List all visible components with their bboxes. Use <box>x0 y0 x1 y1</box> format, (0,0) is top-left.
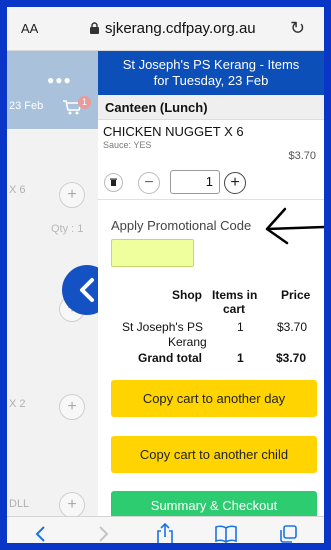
panel-title-line-1: St Joseph's PS Kerang - Items <box>122 57 300 72</box>
header-items-line-1: Items in <box>212 288 258 302</box>
background-header <box>7 51 98 129</box>
lock-icon <box>90 22 99 34</box>
total-label: Grand total <box>138 351 203 365</box>
row-shop-line-1: St Joseph's PS <box>122 320 203 334</box>
share-icon[interactable] <box>152 521 178 543</box>
panel-title-line-2: for Tuesday, 23 Feb <box>153 73 269 88</box>
background-date: 23 Feb <box>9 100 44 112</box>
row-items: 1 <box>237 320 244 334</box>
cart-panel: St Joseph's PS Kerang - Items for Tuesda… <box>98 51 324 516</box>
reader-options-button[interactable]: AA <box>21 21 38 36</box>
total-items: 1 <box>237 351 244 365</box>
promo-code-label: Apply Promotional Code <box>111 218 252 233</box>
header-shop: Shop <box>172 288 202 302</box>
background-plus-4: + <box>59 492 85 518</box>
menu-dots-icon: ●●● <box>47 73 72 87</box>
cart-badge: 1 <box>78 96 91 109</box>
decrease-quantity-button[interactable]: − <box>138 172 160 194</box>
forward-icon[interactable] <box>91 521 117 543</box>
browser-window: AA sjkerang.cdfpay.org.au ↻ ●●● 23 Feb 1… <box>0 0 331 550</box>
header-items-line-2: cart <box>223 302 246 316</box>
total-price: $3.70 <box>276 351 307 365</box>
tabs-icon[interactable] <box>275 521 301 543</box>
panel-title: St Joseph's PS Kerang - Items for Tuesda… <box>98 51 324 95</box>
background-item-2: X 2 <box>9 398 26 410</box>
summary-checkout-button[interactable]: Summary & Checkout <box>111 491 317 516</box>
background-item-1: X 6 <box>9 184 26 196</box>
section-heading: Canteen (Lunch) <box>98 95 324 120</box>
chevron-left-icon <box>80 278 94 302</box>
product-name: CHICKEN NUGGET X 6 <box>103 124 244 139</box>
divider <box>98 199 324 200</box>
copy-cart-to-day-button[interactable]: Copy cart to another day <box>111 380 317 417</box>
remove-item-button[interactable] <box>104 173 123 192</box>
header-price: Price <box>281 288 311 302</box>
row-shop-line-2: Kerang <box>168 335 207 349</box>
url-text[interactable]: sjkerang.cdfpay.org.au <box>105 20 256 37</box>
background-plus-1: + <box>59 182 85 208</box>
product-option: Sauce: YES <box>103 140 152 150</box>
copy-cart-to-child-button[interactable]: Copy cart to another child <box>111 436 317 473</box>
background-plus-3: + <box>59 394 85 420</box>
browser-toolbar <box>7 516 324 543</box>
promo-code-input[interactable] <box>111 239 194 267</box>
background-item-3: DLL <box>9 498 30 510</box>
annotation-arrow-icon <box>265 207 324 245</box>
reload-icon[interactable]: ↻ <box>290 18 305 39</box>
quantity-row: − 1 + <box>98 164 324 200</box>
background-qty: Qty : 1 <box>51 223 84 235</box>
row-price: $3.70 <box>277 320 308 334</box>
quantity-input[interactable]: 1 <box>170 170 220 194</box>
product-price: $3.70 <box>288 150 316 162</box>
trash-icon <box>110 178 117 186</box>
address-bar: AA sjkerang.cdfpay.org.au ↻ <box>7 7 324 51</box>
bookmarks-icon[interactable] <box>213 521 239 543</box>
increase-quantity-button[interactable]: + <box>224 172 246 194</box>
cart-item: CHICKEN NUGGET X 6 Sauce: YES $3.70 <box>98 120 324 164</box>
back-icon[interactable] <box>27 521 53 543</box>
